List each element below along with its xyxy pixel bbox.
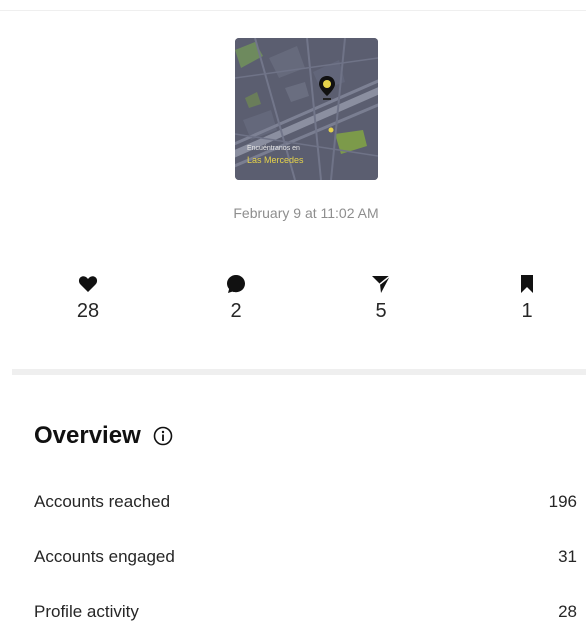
comments-stat: 2 xyxy=(206,274,266,323)
thumbnail-caption-line2: Las Mercedes xyxy=(247,155,304,165)
metric-value: 196 xyxy=(548,492,577,511)
metric-row-accounts-engaged[interactable]: Accounts engaged 31 xyxy=(34,547,577,567)
engagement-stats: 28 2 5 1 xyxy=(0,274,586,334)
metric-label: Accounts engaged xyxy=(34,547,175,566)
likes-count: 28 xyxy=(76,300,100,322)
metric-label: Profile activity xyxy=(34,602,139,621)
shares-count: 5 xyxy=(375,300,387,322)
metric-label: Accounts reached xyxy=(34,492,171,511)
likes-stat: 28 xyxy=(58,274,118,323)
comment-icon xyxy=(206,274,266,294)
metric-row-accounts-reached[interactable]: Accounts reached 196 xyxy=(34,492,577,512)
saves-count: 1 xyxy=(521,300,533,322)
section-divider xyxy=(12,369,586,375)
metric-value: 28 xyxy=(558,602,577,621)
post-thumbnail[interactable]: Encuéntranos en Las Mercedes xyxy=(235,38,378,180)
thumbnail-caption-line1: Encuéntranos en xyxy=(247,145,300,152)
metric-row-profile-activity[interactable]: Profile activity 28 xyxy=(34,602,577,622)
top-divider xyxy=(0,10,586,11)
info-icon[interactable] xyxy=(153,426,173,446)
comments-count: 2 xyxy=(230,300,242,322)
overview-title: Overview xyxy=(34,422,141,449)
bookmark-icon xyxy=(497,274,557,294)
heart-icon xyxy=(58,274,118,294)
overview-heading: Overview xyxy=(34,422,173,450)
saves-stat: 1 xyxy=(497,274,557,323)
share-icon xyxy=(351,274,411,294)
metric-value: 31 xyxy=(558,547,577,566)
shares-stat: 5 xyxy=(351,274,411,323)
post-date: February 9 at 11:02 AM xyxy=(233,205,379,221)
